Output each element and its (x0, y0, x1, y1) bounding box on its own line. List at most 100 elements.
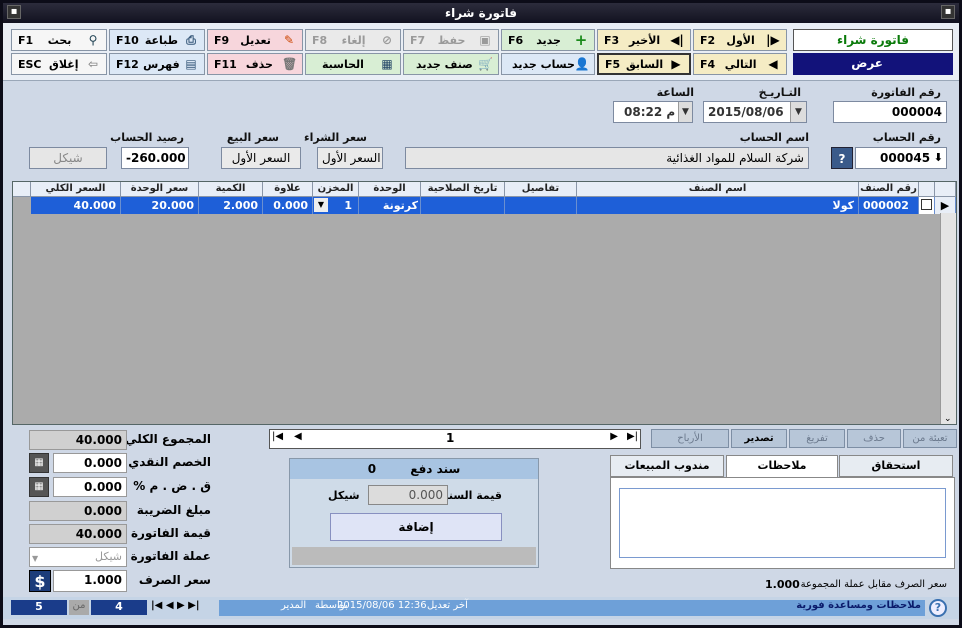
account-no-field[interactable]: ⬇ 000045 (855, 147, 947, 169)
notes-textarea[interactable] (619, 488, 946, 558)
store-dropdown-icon[interactable]: ▼ (314, 198, 328, 212)
grid-export-button[interactable]: تصدير (731, 429, 787, 448)
profits-button[interactable]: الأرباح (651, 429, 729, 448)
account-name-label: اسم الحساب (739, 131, 809, 144)
cash-discount-label: الخصم النقدي (128, 455, 211, 469)
grid-scrollbar[interactable]: ⌄ (940, 213, 956, 424)
app-window: فاتورة شراء ▪ ▪ F1 بحث ⚲ F10 طباعة ⎙ F9 … (0, 0, 962, 628)
print-button[interactable]: F10 طباعة ⎙ (109, 29, 205, 51)
group-rate-label: سعر الصرف مقابل عملة المجموعة (800, 579, 947, 590)
window-menu-icon[interactable]: ▪ (7, 5, 21, 19)
tax-amount-label: مبلغ الضريبة (136, 503, 211, 517)
invoice-value-field: 40.000 (29, 524, 127, 544)
cash-discount-field[interactable]: 0.000 (53, 453, 127, 473)
delete-button[interactable]: F11 حذف 🗑 (207, 53, 303, 75)
search-button[interactable]: F1 بحث ⚲ (11, 29, 107, 51)
grid-empty-button[interactable]: تفريغ (789, 429, 845, 448)
nav-next-icon[interactable]: ▶ (610, 431, 618, 442)
buy-price-label: سعر الشراء (303, 131, 367, 144)
edit-label: تعديل (240, 33, 271, 47)
tab-sales-rep[interactable]: مندوب المبيعات (610, 455, 724, 477)
time-chevron-icon[interactable]: ▼ (678, 102, 692, 122)
col-qty: الكمية (199, 182, 263, 197)
cancel-icon: ⊘ (381, 33, 393, 47)
dollar-icon[interactable]: $ (29, 570, 51, 592)
record-navigator[interactable]: |◀ ◀ ▶ ▶| (151, 600, 200, 611)
save-button[interactable]: F7 حفظ ▣ (403, 29, 499, 51)
delete-key: F11 (214, 57, 237, 71)
new-button[interactable]: F6 جديد + (501, 29, 595, 51)
nav-prev-icon[interactable]: ◀ (294, 431, 302, 442)
cell-total[interactable]: 40.000 (31, 197, 121, 214)
voucher-value-field[interactable]: 0.000 (368, 485, 448, 505)
account-name-field[interactable]: شركة السلام للمواد الغذائية (405, 147, 809, 169)
buy-price-field[interactable]: السعر الأول (317, 147, 383, 169)
time-ampm: م (666, 105, 676, 119)
next-button[interactable]: F4 التالي ◀ (693, 53, 787, 75)
close-label: إغلاق (49, 57, 79, 71)
calculator-button[interactable]: الحاسبة ▦ (305, 53, 401, 75)
nav-first-icon[interactable]: |◀ (272, 431, 283, 442)
add-voucher-button[interactable]: إضافة (330, 513, 502, 541)
account-no-value: 000045 (880, 151, 931, 165)
time-field[interactable]: م 08:22 ▼ (613, 101, 693, 123)
cell-expiry[interactable] (421, 197, 505, 214)
scroll-down-icon[interactable]: ⌄ (944, 414, 952, 424)
voucher-currency: شيكل (328, 489, 360, 502)
cell-store[interactable]: ▼ 1 (313, 197, 359, 214)
new-account-button[interactable]: حساب جديد 👤 (501, 53, 595, 75)
user-add-icon: 👤 (574, 57, 590, 71)
cell-item-no[interactable]: 000002 (859, 197, 919, 214)
date-field[interactable]: 2015/08/06 ▼ (703, 101, 807, 123)
grid-navigator: |◀ ◀ 1 ▶ ▶| (269, 429, 641, 449)
row-checkbox[interactable] (919, 197, 935, 214)
tab-due[interactable]: استحقاق (839, 455, 953, 477)
calculator-icon-2[interactable]: ▦ (29, 477, 49, 497)
edit-button[interactable]: F9 تعديل ✎ (207, 29, 303, 51)
close-button[interactable]: ESC إغلاق ⇦ (11, 53, 107, 75)
cancel-button[interactable]: F8 إلغاء ⊘ (305, 29, 401, 51)
grid-delete-button[interactable]: حذف (847, 429, 901, 448)
cell-details[interactable] (505, 197, 577, 214)
save-label: حفظ (437, 33, 466, 47)
prev-button[interactable]: F5 السابق ▶ (597, 53, 691, 75)
first-button[interactable]: F2 الأول |▶ (693, 29, 787, 51)
chevron-down-icon[interactable]: ▼ (790, 102, 806, 122)
cell-unit-price[interactable]: 20.000 (121, 197, 199, 214)
col-total: السعر الكلي (31, 182, 121, 197)
index-button[interactable]: F12 فهرس ▤ (109, 53, 205, 75)
last-button[interactable]: F3 الأخير ◀| (597, 29, 691, 51)
close-icon[interactable]: ▪ (941, 5, 955, 19)
calculator-icon-1[interactable]: ▦ (29, 453, 49, 473)
date-label: التـاريـخ (758, 86, 801, 99)
invoice-currency-value: شيكل (95, 550, 122, 563)
cell-item-name[interactable]: كولا (577, 197, 859, 214)
tab-notes[interactable]: ملاحظات (726, 455, 838, 479)
items-grid: السعر الكلي سعر الوحدة الكمية علاوة المخ… (12, 181, 957, 425)
next-key: F4 (700, 57, 716, 71)
rate-field[interactable]: 1.000 (53, 570, 127, 592)
page-total: 5 (11, 600, 67, 615)
modified-by-value: المدير (281, 600, 307, 611)
new-item-button[interactable]: صنف جديد 🛒 (403, 53, 499, 75)
invoice-value-label: قيمة الفاتورة (130, 526, 211, 540)
last-label: الأخير (628, 33, 661, 47)
tab-content (610, 477, 955, 569)
next-label: التالي (724, 57, 757, 71)
sell-price-field[interactable]: السعر الأول (221, 147, 301, 169)
help-icon[interactable]: ? (831, 147, 853, 169)
fill-from-button[interactable]: تعبئة من (903, 429, 957, 448)
nav-last-icon[interactable]: ▶| (627, 431, 638, 442)
cell-qty[interactable]: 2.000 (199, 197, 263, 214)
help-circle-icon[interactable]: ? (929, 599, 947, 617)
rate-label: سعر الصرف (138, 573, 211, 587)
invoice-currency-select[interactable]: ▼ شيكل (29, 547, 127, 567)
invoice-no-field[interactable]: 000004 (833, 101, 947, 123)
cell-bonus[interactable]: 0.000 (263, 197, 313, 214)
account-lookup-icon[interactable]: ⬇ (934, 148, 943, 168)
vat-field[interactable]: 0.000 (53, 477, 127, 497)
currency-chevron-icon[interactable]: ▼ (32, 550, 38, 568)
col-details: تفاصيل (505, 182, 577, 197)
cell-unit[interactable]: كرتونة (359, 197, 421, 214)
modified-date: 2015/08/06 12:36 (337, 600, 427, 611)
